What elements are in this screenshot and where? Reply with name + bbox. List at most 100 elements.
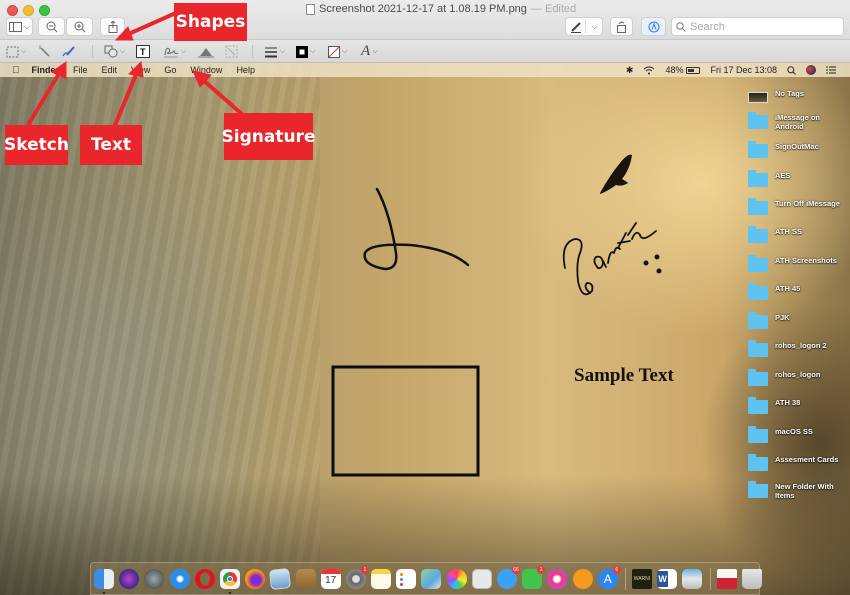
callout-shapes: Shapes [174,3,247,41]
search-placeholder: Search [690,20,725,33]
notification-badge: 6 [612,565,621,574]
dock-image-capture-icon[interactable] [682,568,703,589]
dock-maps-icon[interactable] [421,568,442,589]
dock-console-icon[interactable]: WARNI [631,568,652,589]
markup-toolbar-toggle[interactable] [641,17,666,36]
close-window-button[interactable] [7,5,18,16]
callout-text: Text [80,125,142,165]
dock-facetime-icon[interactable]: 1 [522,565,546,589]
adjust-color-icon [198,48,214,58]
markup-toolbar: ⌵ ⌵ T ⌵ ⌵ ⌵ ⌵ A ⌵ [0,40,850,63]
rotate-button[interactable] [610,17,633,36]
adjust-size-tool[interactable] [225,43,238,60]
signature-icon [164,47,179,58]
instant-alpha-tool[interactable] [38,43,51,60]
document-icon [306,3,315,15]
sketch-tool[interactable] [62,43,76,60]
dock-safari-icon[interactable] [169,568,190,589]
chevron-down-icon: ⌵ [342,47,348,55]
dock-separator [709,567,711,590]
text-style-icon: A [361,43,371,59]
search-field[interactable]: Search [671,17,844,36]
zoom-in-button[interactable] [66,17,93,36]
callout-sketch: Sketch [4,125,69,165]
text-tool[interactable]: T [136,43,150,60]
text-box-icon: T [136,45,150,58]
dock-word-icon[interactable]: W [657,568,678,589]
minimize-window-button[interactable] [23,5,34,16]
dock-documents-stack-icon[interactable] [716,568,737,589]
dock-notebook-icon[interactable] [295,568,316,589]
dock-trash-icon[interactable] [741,568,762,589]
magic-wand-icon [39,45,50,57]
dock-siri-icon[interactable] [119,568,140,589]
share-button[interactable] [100,17,125,36]
edited-indicator: — Edited [530,3,577,15]
resize-icon [225,45,238,58]
chevron-down-icon: ⌵ [310,47,316,55]
dock-launchpad-icon[interactable] [144,568,165,589]
sketch-icon [62,46,75,57]
dock-reminders-icon[interactable] [396,568,417,589]
eagle-silhouette [600,154,632,194]
chevron-down-icon: ⌵ [372,47,378,55]
preview-titlebar: Screenshot 2021-12-17 at 1.08.19 PM.png … [0,0,850,40]
calendar-date: 17 [325,574,337,586]
dock-app-store-icon[interactable]: A 6 [597,565,621,589]
border-color-icon [296,45,308,58]
border-color-tool[interactable]: ⌵ [296,43,315,60]
dock-notes-icon[interactable] [371,568,392,589]
sample-text-annotation[interactable]: Sample Text [574,365,674,387]
shape-style-tool[interactable]: ⌵ [264,43,285,60]
share-icon [108,20,117,33]
toolbar-separator [92,45,93,58]
dock-separator [624,567,626,590]
rotate-icon [617,21,626,33]
chevron-down-icon: ⌵ [23,21,31,31]
text-style-tool[interactable]: A ⌵ [361,43,377,60]
window-title-text: Screenshot 2021-12-17 at 1.08.19 PM.png [319,3,527,15]
dock-chrome-icon[interactable] [219,568,240,594]
line-style-icon [265,47,277,57]
chevron-down-icon: ⌵ [591,21,598,31]
dock-firefox-icon[interactable] [245,568,266,589]
chevron-down-icon: ⌵ [181,47,187,55]
dock-photos-icon[interactable] [446,568,467,589]
rectangular-selection-tool[interactable]: ⌵ [6,43,26,60]
chevron-down-icon: ⌵ [21,47,27,55]
fill-color-icon [328,45,340,58]
notification-badge: 1 [360,565,369,574]
fill-color-tool[interactable]: ⌵ [328,43,347,60]
notification-badge: 1 [537,565,546,574]
dock-messages-icon[interactable]: 66 [497,565,520,589]
sidebar-icon [8,21,22,32]
markup-icon [648,21,659,32]
sketch-stroke[interactable] [363,187,470,271]
console-text: WARNI [633,575,651,582]
dock-opera-icon[interactable] [194,568,215,589]
rectangle-shape[interactable] [331,365,480,477]
zoom-out-icon [46,21,57,32]
toolbar-separator [252,45,253,58]
word-letter: W [657,570,669,587]
dock-calendar-icon[interactable]: 17 [320,568,341,589]
shapes-tool[interactable]: ⌵ [104,43,125,60]
fullscreen-window-button[interactable] [39,5,50,16]
chevron-down-icon: ⌵ [280,47,286,55]
dock-finder-icon[interactable] [94,568,114,594]
dock-screenshot-icon[interactable] [471,568,492,589]
svg-text:T: T [140,47,146,57]
adjust-color-tool[interactable] [198,43,214,60]
pen-icon [571,21,582,33]
dock-preview-icon[interactable] [269,567,292,590]
dock: 17 1 66 1 A 6 WARNI W [90,562,762,595]
sidebar-toggle-button[interactable]: ⌵ [6,17,33,36]
dock-music-icon[interactable] [547,568,568,589]
signature-annotation[interactable] [562,222,662,296]
zoom-out-button[interactable] [38,17,65,36]
dock-system-preferences-icon[interactable]: 1 [345,565,369,589]
markup-pen-button[interactable]: ⌵ [565,17,603,36]
window-title: Screenshot 2021-12-17 at 1.08.19 PM.png … [306,3,576,15]
sign-tool[interactable]: ⌵ [163,43,186,60]
dock-books-icon[interactable] [572,568,593,589]
